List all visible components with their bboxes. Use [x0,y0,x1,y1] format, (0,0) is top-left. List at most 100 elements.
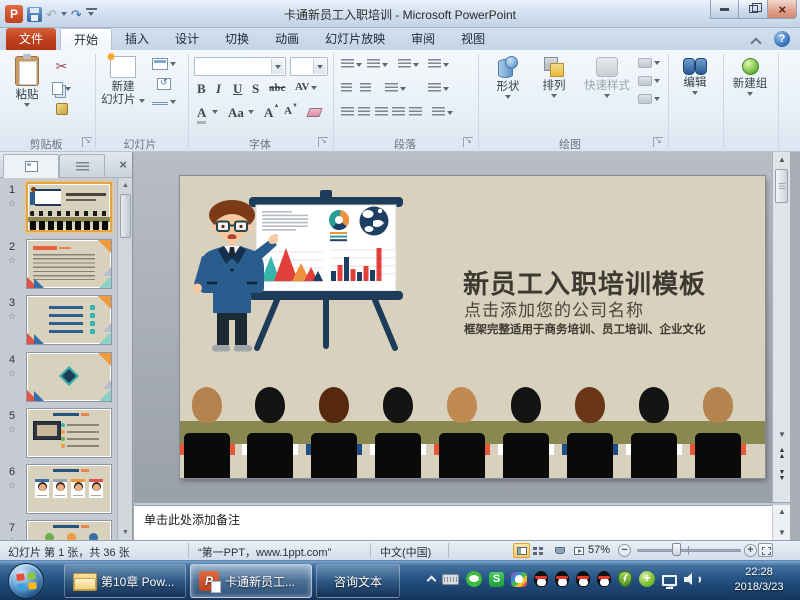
character-spacing-button[interactable]: AV [295,81,317,93]
notes-scrollbar[interactable]: ▲ ▼ [772,505,790,540]
network-icon[interactable] [662,575,677,586]
animation-star-icon[interactable] [0,481,24,490]
scroll-thumb[interactable] [775,169,788,203]
font-color-button[interactable]: A [197,105,206,124]
zoom-out-button[interactable]: − [618,544,631,557]
redo-icon[interactable]: ↷ [71,7,82,22]
slide-thumbnail-7[interactable] [26,520,112,540]
qq-icon[interactable] [597,571,611,587]
normal-view-button[interactable] [513,543,530,558]
ribbon-tab[interactable]: 动画 [262,28,312,50]
reading-view-button[interactable] [551,543,568,558]
slide-thumbnail-4[interactable] [26,352,112,402]
shape-fill-button[interactable] [638,58,660,68]
slide-layout-button[interactable] [152,58,176,70]
start-button[interactable] [8,563,44,599]
zoom-level[interactable]: 57% [588,544,610,556]
undo-dropdown-icon[interactable] [61,12,67,16]
qq-icon[interactable] [576,571,590,587]
360-plus-icon[interactable]: + [639,571,655,587]
arrange-button[interactable]: 排列 [533,54,575,98]
new-slide-button[interactable]: 新建 幻灯片 [100,54,146,107]
tab-slides-thumbnails[interactable] [3,154,59,178]
slide-thumbnail-1[interactable] [26,182,112,232]
animation-star-icon[interactable] [0,256,24,265]
italic-button[interactable]: I [216,81,221,97]
slide-editor[interactable]: 新员工入职培训模板 点击添加您的公司名称 框架完整适用于商务培训、员工培训、企业… [180,176,765,478]
underline-button[interactable]: U [233,81,242,97]
text-direction-button[interactable] [428,59,449,70]
taskbar-text-window[interactable]: 咨询文本 [316,564,400,598]
scroll-up-icon[interactable]: ▲ [775,153,789,167]
numbering-button[interactable] [367,59,388,70]
volume-icon[interactable] [684,572,700,586]
smartart-convert-button[interactable] [432,107,453,118]
scroll-down-icon[interactable]: ▼ [775,428,789,442]
panel-scroll-thumb[interactable] [120,194,131,238]
align-left-icon[interactable] [341,107,354,118]
help-icon[interactable]: ? [774,31,790,47]
panel-scrollbar[interactable]: ▲ ▼ [117,178,132,540]
align-text-button[interactable] [428,83,449,94]
taskbar-powerpoint-window[interactable]: P 卡通新员工... [190,564,312,598]
close-button[interactable]: × [768,0,797,19]
slide-subtitle[interactable]: 点击添加您的公司名称 [464,296,644,321]
panel-close-icon[interactable]: × [119,158,127,171]
columns-button[interactable] [385,83,406,94]
notes-scroll-down-icon[interactable]: ▼ [775,526,789,540]
paste-button[interactable]: 粘贴 [8,54,46,107]
slide-thumbnail-2[interactable] [26,239,112,289]
font-size-combo[interactable] [290,57,328,76]
reset-slide-icon[interactable] [157,78,171,90]
zoom-in-button[interactable]: + [744,544,757,557]
shape-outline-button[interactable] [638,76,660,86]
clipboard-dialog-launcher[interactable] [82,137,92,147]
hidden-icons-button[interactable] [427,575,435,583]
animation-star-icon[interactable] [0,199,24,208]
ribbon-tab[interactable]: 插入 [112,28,162,50]
cut-icon[interactable]: ✂ [56,58,68,74]
ribbon-tab[interactable]: 幻灯片放映 [312,28,398,50]
font-name-combo[interactable] [194,57,286,76]
zoom-slider-thumb[interactable] [672,543,681,556]
slide-thumbnail-3[interactable] [26,295,112,345]
slideshow-button[interactable] [570,543,587,558]
slide-tagline[interactable]: 框架完整适用于商务培训、员工培训、企业文化 [464,321,706,337]
tab-file[interactable]: 文件 [6,28,56,50]
language-indicator[interactable]: 中文(中国) [380,544,431,560]
undo-icon[interactable]: ↶ [46,7,57,22]
tab-outline[interactable] [59,154,105,178]
animation-star-icon[interactable] [0,369,24,378]
distribute-icon[interactable] [409,107,422,118]
zoom-slider-track[interactable] [637,549,741,552]
taskbar-clock[interactable]: 22:28 2018/3/23 [724,565,794,595]
justify-icon[interactable] [392,107,405,118]
save-icon[interactable] [27,7,42,22]
keyboard-icon[interactable] [442,574,459,585]
animation-star-icon[interactable] [0,312,24,321]
ribbon-tab[interactable]: 视图 [448,28,498,50]
section-button[interactable] [152,98,176,106]
paragraph-dialog-launcher[interactable] [463,137,473,147]
ribbon-tab[interactable]: 审阅 [398,28,448,50]
notes-pane[interactable]: 单击此处添加备注 [134,505,772,540]
slide-thumbnail-6[interactable] [26,464,112,514]
restore-button[interactable] [739,0,768,19]
change-case-button[interactable]: Aa [228,105,244,121]
360-shield-icon[interactable] [618,571,632,587]
clear-formatting-icon[interactable] [306,108,322,117]
strikethrough-button[interactable]: abc [269,82,286,94]
quick-styles-button[interactable]: 快速样式 [578,54,636,98]
panel-scroll-up-icon[interactable]: ▲ [119,179,132,192]
drawing-dialog-launcher[interactable] [653,137,663,147]
panel-scroll-down-icon[interactable]: ▼ [119,526,132,539]
shape-effects-button[interactable] [638,94,660,104]
new-group-button[interactable]: 新建组 [726,54,774,96]
wechat-icon[interactable] [466,571,482,587]
grow-font-button[interactable]: A▲ [264,105,273,121]
line-spacing-button[interactable] [398,59,419,70]
qat-customize-icon[interactable] [86,8,97,20]
shrink-font-button[interactable]: A▼ [284,105,292,117]
vertical-scrollbar[interactable]: ▲ ▼ ▲▲ ▼▼ [772,152,790,502]
qq-icon[interactable] [555,571,569,587]
